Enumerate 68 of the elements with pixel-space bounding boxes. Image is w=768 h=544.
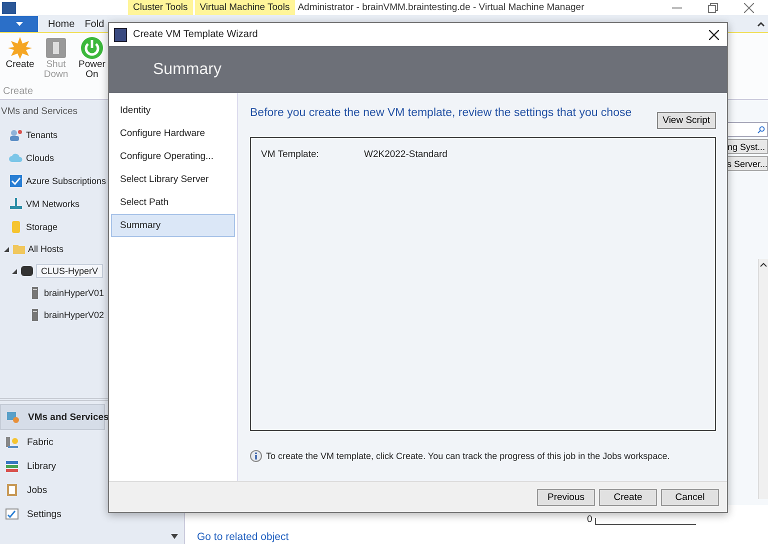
contextual-tab[interactable]: Virtual Machine Tools — [194, 0, 295, 15]
books-icon — [5, 459, 19, 473]
workspace-button[interactable]: Jobs — [0, 478, 103, 502]
wizard-step[interactable]: Summary — [111, 214, 235, 237]
tree-item[interactable]: CLUS-HyperV — [36, 264, 104, 278]
chevron-icon[interactable] — [757, 20, 765, 28]
computer-icon — [6, 410, 20, 424]
expand-arrow-icon[interactable] — [11, 268, 18, 274]
restore-icon[interactable] — [708, 2, 718, 12]
nav-item[interactable]: Azure Subscriptions — [26, 176, 106, 186]
star-icon — [8, 36, 32, 60]
dialog-button[interactable]: Previous — [537, 488, 595, 506]
wizard-step[interactable]: Identity — [111, 99, 235, 122]
switch-icon — [44, 36, 68, 60]
nav-item[interactable]: Storage — [26, 222, 58, 232]
dialog-button[interactable]: Cancel — [661, 488, 719, 506]
nav-item[interactable]: VM Networks — [26, 198, 80, 208]
nav-item[interactable]: Clouds — [26, 152, 54, 162]
workspace-button[interactable]: Settings — [0, 502, 103, 526]
view-script-button[interactable]: View Script — [656, 112, 716, 129]
tree-item[interactable]: brainHyperV01 — [44, 288, 104, 298]
related-object-link[interactable]: Go to related object — [197, 531, 768, 543]
workspace-button[interactable]: Library — [0, 454, 103, 478]
tree-item[interactable]: brainHyperV02 — [44, 310, 104, 320]
tree-item[interactable]: All Hosts — [28, 244, 64, 254]
field-value: W2K2022-Standard — [364, 149, 448, 160]
power-icon — [80, 36, 104, 60]
workspace-button[interactable]: Fabric — [0, 430, 103, 454]
search-field[interactable] — [726, 122, 768, 137]
panel-button[interactable]: ng Syst... — [726, 139, 768, 154]
close-icon[interactable] — [709, 30, 719, 40]
wizard-step[interactable]: Configure Operating... — [111, 145, 235, 168]
window-title: Administrator - brainVMM.braintesting.de - Virtual Machine Manager — [298, 2, 584, 13]
axis-label: 0 — [587, 514, 592, 525]
people-icon — [9, 128, 23, 142]
dialog-button[interactable]: Create — [599, 488, 657, 506]
contextual-tab[interactable]: Cluster Tools — [128, 0, 193, 15]
caret-icon — [16, 22, 22, 26]
ribbon-tab[interactable]: Home — [38, 19, 75, 32]
folder-icon — [12, 242, 26, 256]
info-message: To create the VM template, click Create. You can track the progress of this job in the Jobs workspace. — [266, 451, 670, 461]
section-title: VMs and Services — [1, 105, 78, 119]
checkbox-icon — [9, 174, 23, 188]
network-icon — [9, 196, 23, 210]
wizard-step[interactable]: Select Path — [111, 191, 235, 214]
group-label: Create — [3, 86, 34, 99]
page-title: Summary — [153, 60, 222, 78]
field-label: VM Template: — [261, 149, 320, 160]
file-menu-button[interactable] — [0, 16, 38, 32]
clipboard-icon — [5, 483, 19, 497]
ribbon-button[interactable]: Power On — [77, 36, 107, 80]
dialog-title: Create VM Template Wizard — [133, 29, 258, 40]
checkmark-icon — [5, 507, 19, 521]
cylinder-icon — [9, 220, 23, 234]
search-icon — [757, 126, 765, 134]
summary-heading: Before you create the new VM template, review the settings that you chose — [250, 107, 632, 119]
nav-item[interactable]: Tenants — [26, 130, 58, 140]
scrollbar[interactable] — [758, 259, 768, 499]
wizard-step[interactable]: Select Library Server — [111, 168, 235, 191]
wizard-step[interactable]: Configure Hardware — [111, 122, 235, 145]
info-icon — [250, 450, 262, 462]
expand-arrow-icon[interactable] — [3, 246, 10, 252]
ribbon-button[interactable]: Create — [5, 36, 35, 80]
app-icon — [2, 2, 16, 14]
wizard-icon — [114, 28, 127, 42]
caret-icon[interactable] — [171, 534, 178, 539]
scroll-up-icon[interactable] — [760, 262, 767, 267]
ribbon-tab[interactable]: Fold — [74, 19, 104, 32]
